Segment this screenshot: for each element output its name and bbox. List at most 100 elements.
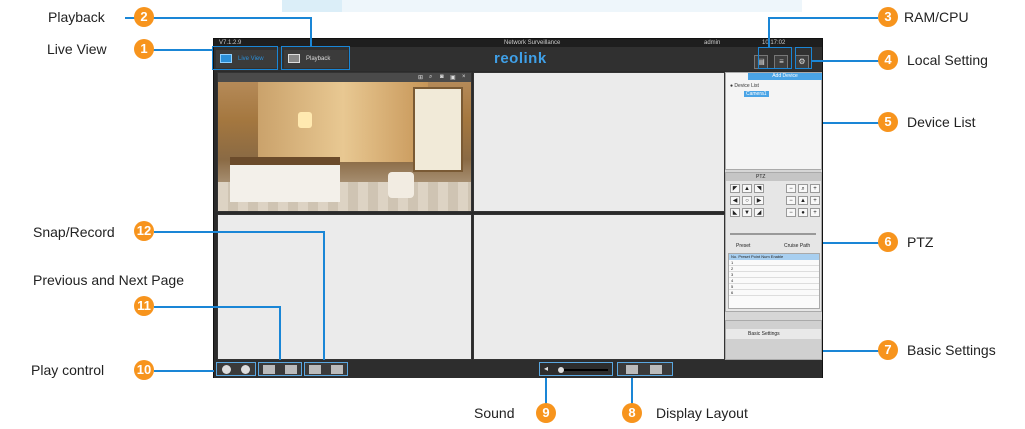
device-list-panel: Add Device ● Device List Camera1 bbox=[725, 72, 822, 170]
stop-icon[interactable] bbox=[241, 365, 250, 374]
callout-badge-5: 5 bbox=[878, 112, 898, 132]
ptz-title: PTZ bbox=[756, 174, 766, 180]
device-tree: ● Device List Camera1 bbox=[730, 82, 769, 98]
record-icon[interactable]: ▣ bbox=[450, 74, 456, 81]
video-cell-2[interactable] bbox=[473, 72, 725, 212]
control-bar: ◂ bbox=[214, 360, 822, 378]
callout-badge-1: 1 bbox=[134, 39, 154, 59]
callout-line-12 bbox=[154, 231, 324, 233]
focus-plus-button[interactable]: + bbox=[810, 196, 820, 205]
basic-settings-header[interactable]: Basic Settings bbox=[726, 329, 821, 339]
feed-chair bbox=[388, 172, 414, 198]
ptz-right-button[interactable]: ▶ bbox=[754, 196, 764, 205]
callout-line-12v bbox=[323, 231, 325, 360]
ptz-speed-slider[interactable] bbox=[730, 233, 816, 235]
previous-page-icon[interactable] bbox=[263, 365, 275, 374]
ptz-down-right-button[interactable]: ◢ bbox=[754, 208, 764, 217]
zoom-out-button[interactable]: − bbox=[786, 184, 796, 193]
callout-line-5 bbox=[823, 122, 881, 124]
callout-badge-11: 11 bbox=[134, 296, 154, 316]
tab-cruise-path[interactable]: Cruise Path bbox=[784, 243, 810, 249]
callout-badge-8: 8 bbox=[622, 403, 642, 423]
volume-slider[interactable] bbox=[558, 369, 608, 371]
zoom-icon-button[interactable]: ⌕ bbox=[798, 184, 808, 193]
feed-wall bbox=[258, 82, 428, 162]
ram-cpu-highlight bbox=[758, 47, 792, 69]
callout-line-11 bbox=[154, 306, 280, 308]
ptz-tabs: Preset Cruise Path bbox=[728, 243, 820, 251]
record-video-icon[interactable] bbox=[331, 365, 343, 374]
fullscreen-icon[interactable]: ⊞ bbox=[418, 74, 423, 81]
play-control-group bbox=[216, 362, 256, 376]
callout-label-8: Display Layout bbox=[656, 405, 748, 421]
top-strip bbox=[282, 0, 802, 12]
add-device-button[interactable]: Add Device bbox=[748, 73, 822, 80]
device-root-label: Device List bbox=[734, 83, 759, 89]
layout-grid-icon[interactable] bbox=[626, 365, 638, 374]
callout-badge-3: 3 bbox=[878, 7, 898, 27]
callout-label-6: PTZ bbox=[907, 234, 934, 250]
ptz-down-left-button[interactable]: ◣ bbox=[730, 208, 740, 217]
video-cell-3[interactable] bbox=[217, 214, 472, 360]
live-view-highlight bbox=[212, 46, 278, 70]
camera-feed-image bbox=[218, 82, 471, 211]
basic-settings-panel: Basic Settings bbox=[725, 320, 822, 360]
volume-knob[interactable] bbox=[558, 367, 564, 373]
play-icon[interactable] bbox=[222, 365, 231, 374]
callout-line-3v bbox=[768, 17, 770, 47]
callout-line-2v bbox=[310, 17, 312, 46]
ptz-home-button[interactable]: ○ bbox=[742, 196, 752, 205]
camera-header: ⊞ ⌕ ◙ ▣ × bbox=[218, 73, 471, 82]
ptz-down-button[interactable]: ▼ bbox=[742, 208, 752, 217]
iris-plus-button[interactable]: + bbox=[810, 208, 820, 217]
speaker-icon[interactable]: ◂ bbox=[544, 364, 548, 373]
callout-line-6 bbox=[823, 242, 881, 244]
user-label[interactable]: admin bbox=[704, 39, 720, 47]
callout-badge-12: 12 bbox=[134, 221, 154, 241]
snapshot-icon[interactable]: ◙ bbox=[440, 74, 444, 80]
snap-icon[interactable] bbox=[309, 365, 321, 374]
zoom-in-button[interactable]: + bbox=[810, 184, 820, 193]
callout-label-4: Local Setting bbox=[907, 52, 988, 68]
iris-icon-button[interactable]: ● bbox=[798, 208, 808, 217]
zoom-icon[interactable]: ⌕ bbox=[429, 74, 432, 81]
video-cell-1[interactable]: ⊞ ⌕ ◙ ▣ × bbox=[217, 72, 472, 212]
ptz-panel: PTZ ◤ ▲ ◥ ◀ ○ ▶ ◣ ▼ ◢ − ⌕ + − ▲ + − ● + bbox=[725, 172, 822, 312]
focus-icon-button[interactable]: ▲ bbox=[798, 196, 808, 205]
callout-label-2: Playback bbox=[48, 9, 105, 25]
video-cell-4[interactable] bbox=[473, 214, 725, 360]
tab-preset[interactable]: Preset bbox=[736, 243, 750, 249]
sound-control: ◂ bbox=[539, 362, 613, 376]
callout-label-9: Sound bbox=[474, 405, 515, 421]
callout-label-1: Live View bbox=[47, 41, 107, 57]
callout-badge-6: 6 bbox=[878, 232, 898, 252]
callout-line-3 bbox=[768, 17, 878, 19]
callout-badge-7: 7 bbox=[878, 340, 898, 360]
ptz-up-right-button[interactable]: ◥ bbox=[754, 184, 764, 193]
fullscreen-layout-icon[interactable] bbox=[650, 365, 662, 374]
video-grid: ⊞ ⌕ ◙ ▣ × bbox=[217, 72, 725, 360]
snap-record-group bbox=[304, 362, 348, 376]
ptz-up-left-button[interactable]: ◤ bbox=[730, 184, 740, 193]
iris-minus-button[interactable]: − bbox=[786, 208, 796, 217]
ptz-header[interactable]: PTZ bbox=[726, 173, 821, 181]
next-page-icon[interactable] bbox=[285, 365, 297, 374]
callout-line-1 bbox=[150, 49, 212, 51]
ptz-left-button[interactable]: ◀ bbox=[730, 196, 740, 205]
callout-badge-9: 9 bbox=[536, 403, 556, 423]
table-row[interactable]: 6 bbox=[729, 290, 819, 296]
callout-label-7: Basic Settings bbox=[907, 342, 996, 358]
feed-window bbox=[413, 87, 463, 172]
device-list-root[interactable]: ● Device List bbox=[730, 82, 769, 90]
clock-label: 10:17:02 bbox=[762, 40, 786, 46]
ptz-up-button[interactable]: ▲ bbox=[742, 184, 752, 193]
device-camera-item[interactable]: Camera1 bbox=[744, 91, 769, 97]
callout-line-8 bbox=[631, 378, 633, 404]
focus-minus-button[interactable]: − bbox=[786, 196, 796, 205]
close-icon[interactable]: × bbox=[462, 74, 466, 80]
local-setting-highlight bbox=[795, 47, 812, 69]
basic-settings-title: Basic Settings bbox=[748, 331, 780, 337]
callout-label-10: Play control bbox=[31, 362, 105, 378]
callout-line-10 bbox=[154, 370, 214, 372]
feed-bed bbox=[230, 157, 340, 202]
